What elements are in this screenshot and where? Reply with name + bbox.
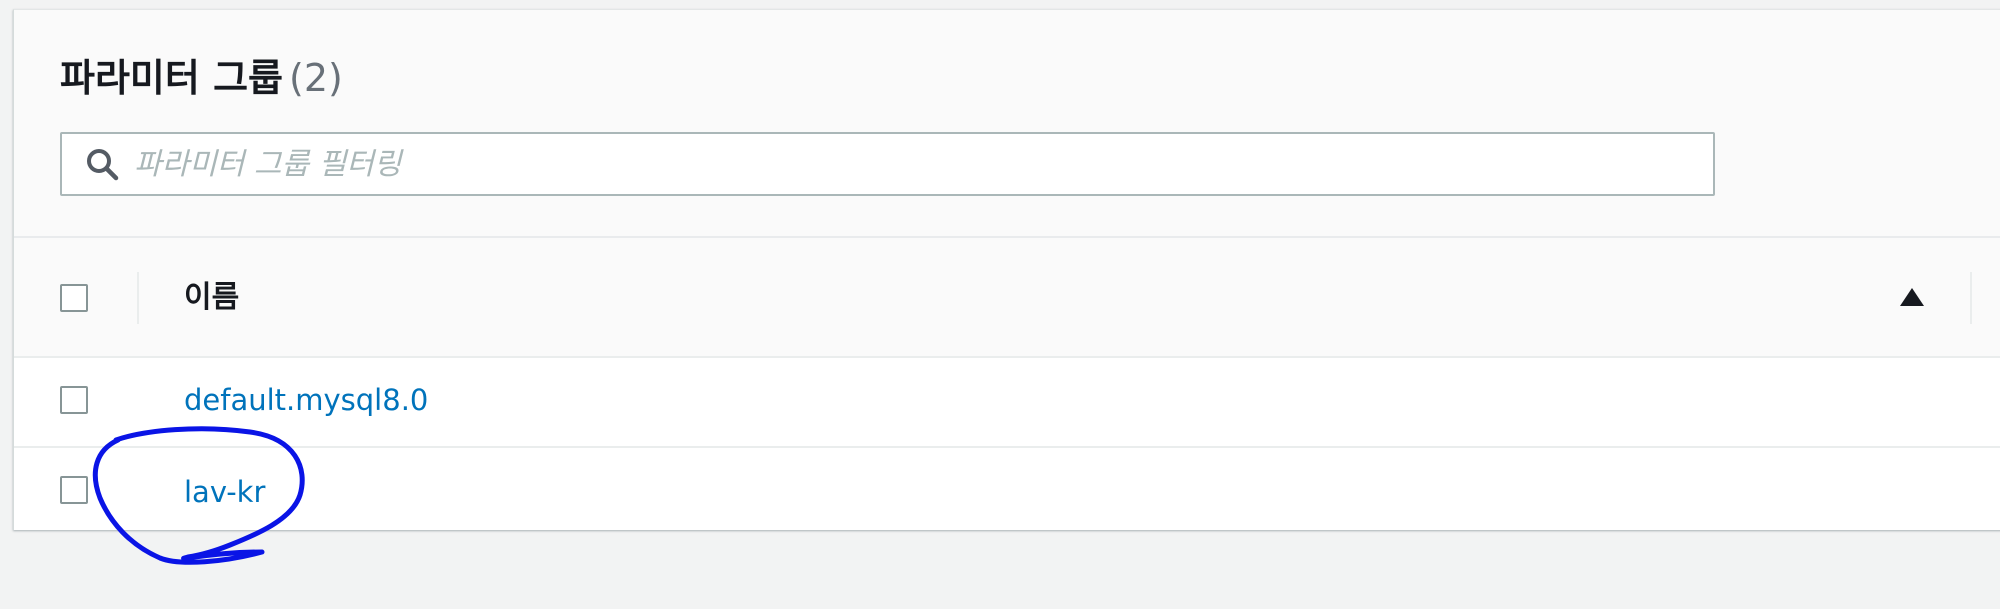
- row-checkbox[interactable]: [60, 476, 88, 504]
- panel-title-text: 파라미터 그룹: [60, 56, 283, 100]
- panel-title: 파라미터 그룹 (2): [60, 48, 343, 108]
- search-icon: [82, 144, 122, 184]
- column-divider[interactable]: [1970, 272, 1972, 324]
- table-row: default.mysql8.0: [14, 358, 2000, 448]
- table-header: 이름: [14, 238, 2000, 358]
- table-row: lav-kr: [14, 448, 2000, 530]
- parameter-group-link[interactable]: lav-kr: [184, 472, 265, 512]
- search-input[interactable]: [134, 139, 1634, 189]
- column-header-name[interactable]: 이름: [184, 278, 239, 318]
- panel-title-count: (2): [289, 56, 343, 100]
- sort-ascending-icon[interactable]: [1899, 286, 1925, 308]
- search-box[interactable]: [60, 132, 1715, 196]
- parameter-groups-panel: 파라미터 그룹(2) 이름 default.mysql8.0 lav-kr: [13, 9, 2000, 530]
- select-all-checkbox[interactable]: [60, 284, 88, 312]
- parameter-group-link[interactable]: default.mysql8.0: [184, 380, 428, 420]
- row-checkbox[interactable]: [60, 386, 88, 414]
- column-divider[interactable]: [137, 272, 139, 324]
